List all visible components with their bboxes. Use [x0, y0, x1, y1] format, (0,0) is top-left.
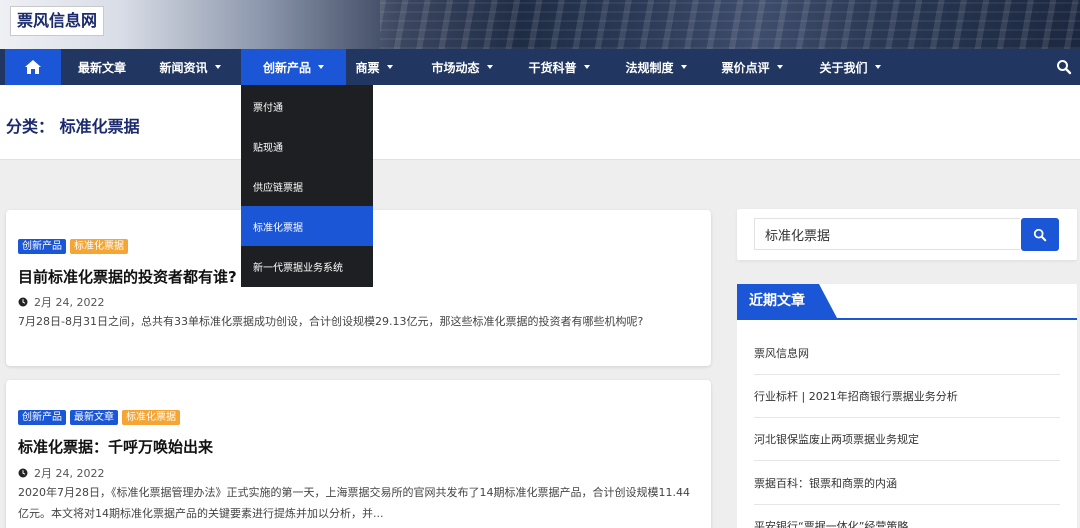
nav-item-news[interactable]: 新闻资讯 [148, 49, 232, 85]
tag-badge[interactable]: 标准化票据 [122, 410, 180, 425]
search-icon [1033, 228, 1047, 241]
dropdown-item-supply-chain[interactable]: 供应链票据 [241, 166, 373, 206]
article-tags: 创新产品 最新文章 标准化票据 [18, 410, 180, 425]
article-excerpt: 2020年7月28日，《标准化票据管理办法》正式实施的第一天，上海票据交易所的官… [18, 486, 690, 520]
recent-post-item[interactable]: 行业标杆 | 2021年招商银行票据业务分析 [754, 375, 1060, 418]
article-title[interactable]: 目前标准化票据的投资者都有谁? [18, 266, 237, 287]
chevron-down-icon [318, 65, 324, 69]
recent-post-item[interactable]: 票据百科：银票和商票的内涵 [754, 462, 1060, 505]
nav-item-price-review[interactable]: 票价点评 [711, 49, 793, 85]
nav-item-label: 新闻资讯 [159, 60, 208, 75]
page-title: 分类： 标准化票据 [6, 117, 140, 136]
dropdown-item-label: 新一代票据业务系统 [253, 262, 343, 274]
recent-post-item[interactable]: 平安银行“票据一体化”经营策略 [754, 505, 1060, 528]
nav-item-label: 市场动态 [431, 60, 480, 75]
nav-item-latest[interactable]: 最新文章 [66, 49, 138, 85]
nav-item-label: 创新产品 [262, 60, 311, 75]
dropdown-item-piaofutong[interactable]: 票付通 [241, 86, 373, 126]
dropdown-item-tiexiantong[interactable]: 贴现通 [241, 126, 373, 166]
search-button[interactable] [1021, 218, 1059, 251]
article-date: 2月 24, 2022 [18, 294, 104, 310]
sidebar-search-widget [737, 209, 1077, 260]
nav-item-about[interactable]: 关于我们 [808, 49, 892, 85]
tag-badge[interactable]: 最新文章 [70, 410, 118, 425]
dropdown-item-label: 贴现通 [253, 142, 283, 154]
clock-icon [18, 468, 28, 478]
nav-item-knowledge[interactable]: 干货科普 [518, 49, 600, 85]
article-date-text: 2月 24, 2022 [34, 296, 105, 309]
nav-dropdown-menu: 票付通 贴现通 供应链票据 标准化票据 新一代票据业务系统 [241, 85, 373, 287]
tag-badge[interactable]: 标准化票据 [70, 239, 128, 254]
recent-posts-widget: 近期文章 票风信息网 行业标杆 | 2021年招商银行票据业务分析 河北银保监废… [737, 284, 1077, 528]
clock-icon [18, 297, 28, 307]
chevron-down-icon [386, 65, 393, 69]
chevron-down-icon [874, 65, 881, 69]
home-icon [25, 60, 41, 74]
dropdown-item-label: 供应链票据 [253, 182, 303, 194]
nav-item-label: 最新文章 [77, 60, 126, 75]
header-banner: 票风信息网 [0, 0, 1080, 49]
article-tags: 创新产品 标准化票据 [18, 239, 128, 254]
site-logo[interactable]: 票风信息网 [10, 6, 105, 36]
tag-badge[interactable]: 创新产品 [18, 239, 66, 254]
dropdown-item-new-system[interactable]: 新一代票据业务系统 [241, 246, 373, 286]
main-nav: 最新文章 新闻资讯 创新产品 商票 市场动态 干货科普 法规制度 票价点评 关于… [0, 49, 1080, 85]
search-input[interactable] [754, 218, 1020, 250]
nav-item-label: 法规制度 [625, 60, 674, 75]
chevron-down-icon [680, 65, 687, 69]
nav-item-label: 干货科普 [528, 60, 577, 75]
chevron-down-icon [776, 65, 783, 69]
chevron-down-icon [486, 65, 493, 69]
nav-item-commercial-bill[interactable]: 商票 [348, 49, 400, 85]
recent-posts-title-arrow [819, 284, 837, 318]
nav-home-button[interactable] [5, 49, 61, 85]
nav-item-label: 商票 [355, 60, 380, 75]
article-title[interactable]: 标准化票据：千呼万唤始出来 [18, 436, 213, 457]
search-icon[interactable] [1056, 59, 1072, 75]
dropdown-item-label: 票付通 [253, 102, 283, 114]
dropdown-item-label: 标准化票据 [253, 222, 303, 234]
chevron-down-icon [214, 65, 221, 69]
category-header: 分类： 标准化票据 [0, 85, 1080, 160]
recent-posts-title: 近期文章 [737, 284, 819, 318]
nav-item-label: 关于我们 [819, 60, 868, 75]
banner-building-texture [380, 0, 1080, 49]
nav-item-regulations[interactable]: 法规制度 [614, 49, 698, 85]
article-excerpt: 7月28日-8月31日之间，总共有33单标准化票据成功创设，合计创设规模29.1… [18, 315, 644, 328]
nav-item-innovation[interactable]: 创新产品 [241, 49, 346, 85]
chevron-down-icon [583, 65, 590, 69]
article-date-text: 2月 24, 2022 [34, 467, 105, 480]
article-date: 2月 24, 2022 [18, 465, 104, 481]
tag-badge[interactable]: 创新产品 [18, 410, 66, 425]
dropdown-item-standardized[interactable]: 标准化票据 [241, 206, 373, 246]
article-card: 创新产品 最新文章 标准化票据 标准化票据：千呼万唤始出来 2月 24, 202… [6, 380, 711, 528]
recent-post-item[interactable]: 河北银保监废止两项票据业务规定 [754, 418, 1060, 461]
recent-posts-header: 近期文章 [737, 284, 1077, 320]
nav-item-market[interactable]: 市场动态 [420, 49, 504, 85]
nav-item-label: 票价点评 [721, 60, 770, 75]
recent-post-item[interactable]: 票风信息网 [754, 332, 1060, 375]
